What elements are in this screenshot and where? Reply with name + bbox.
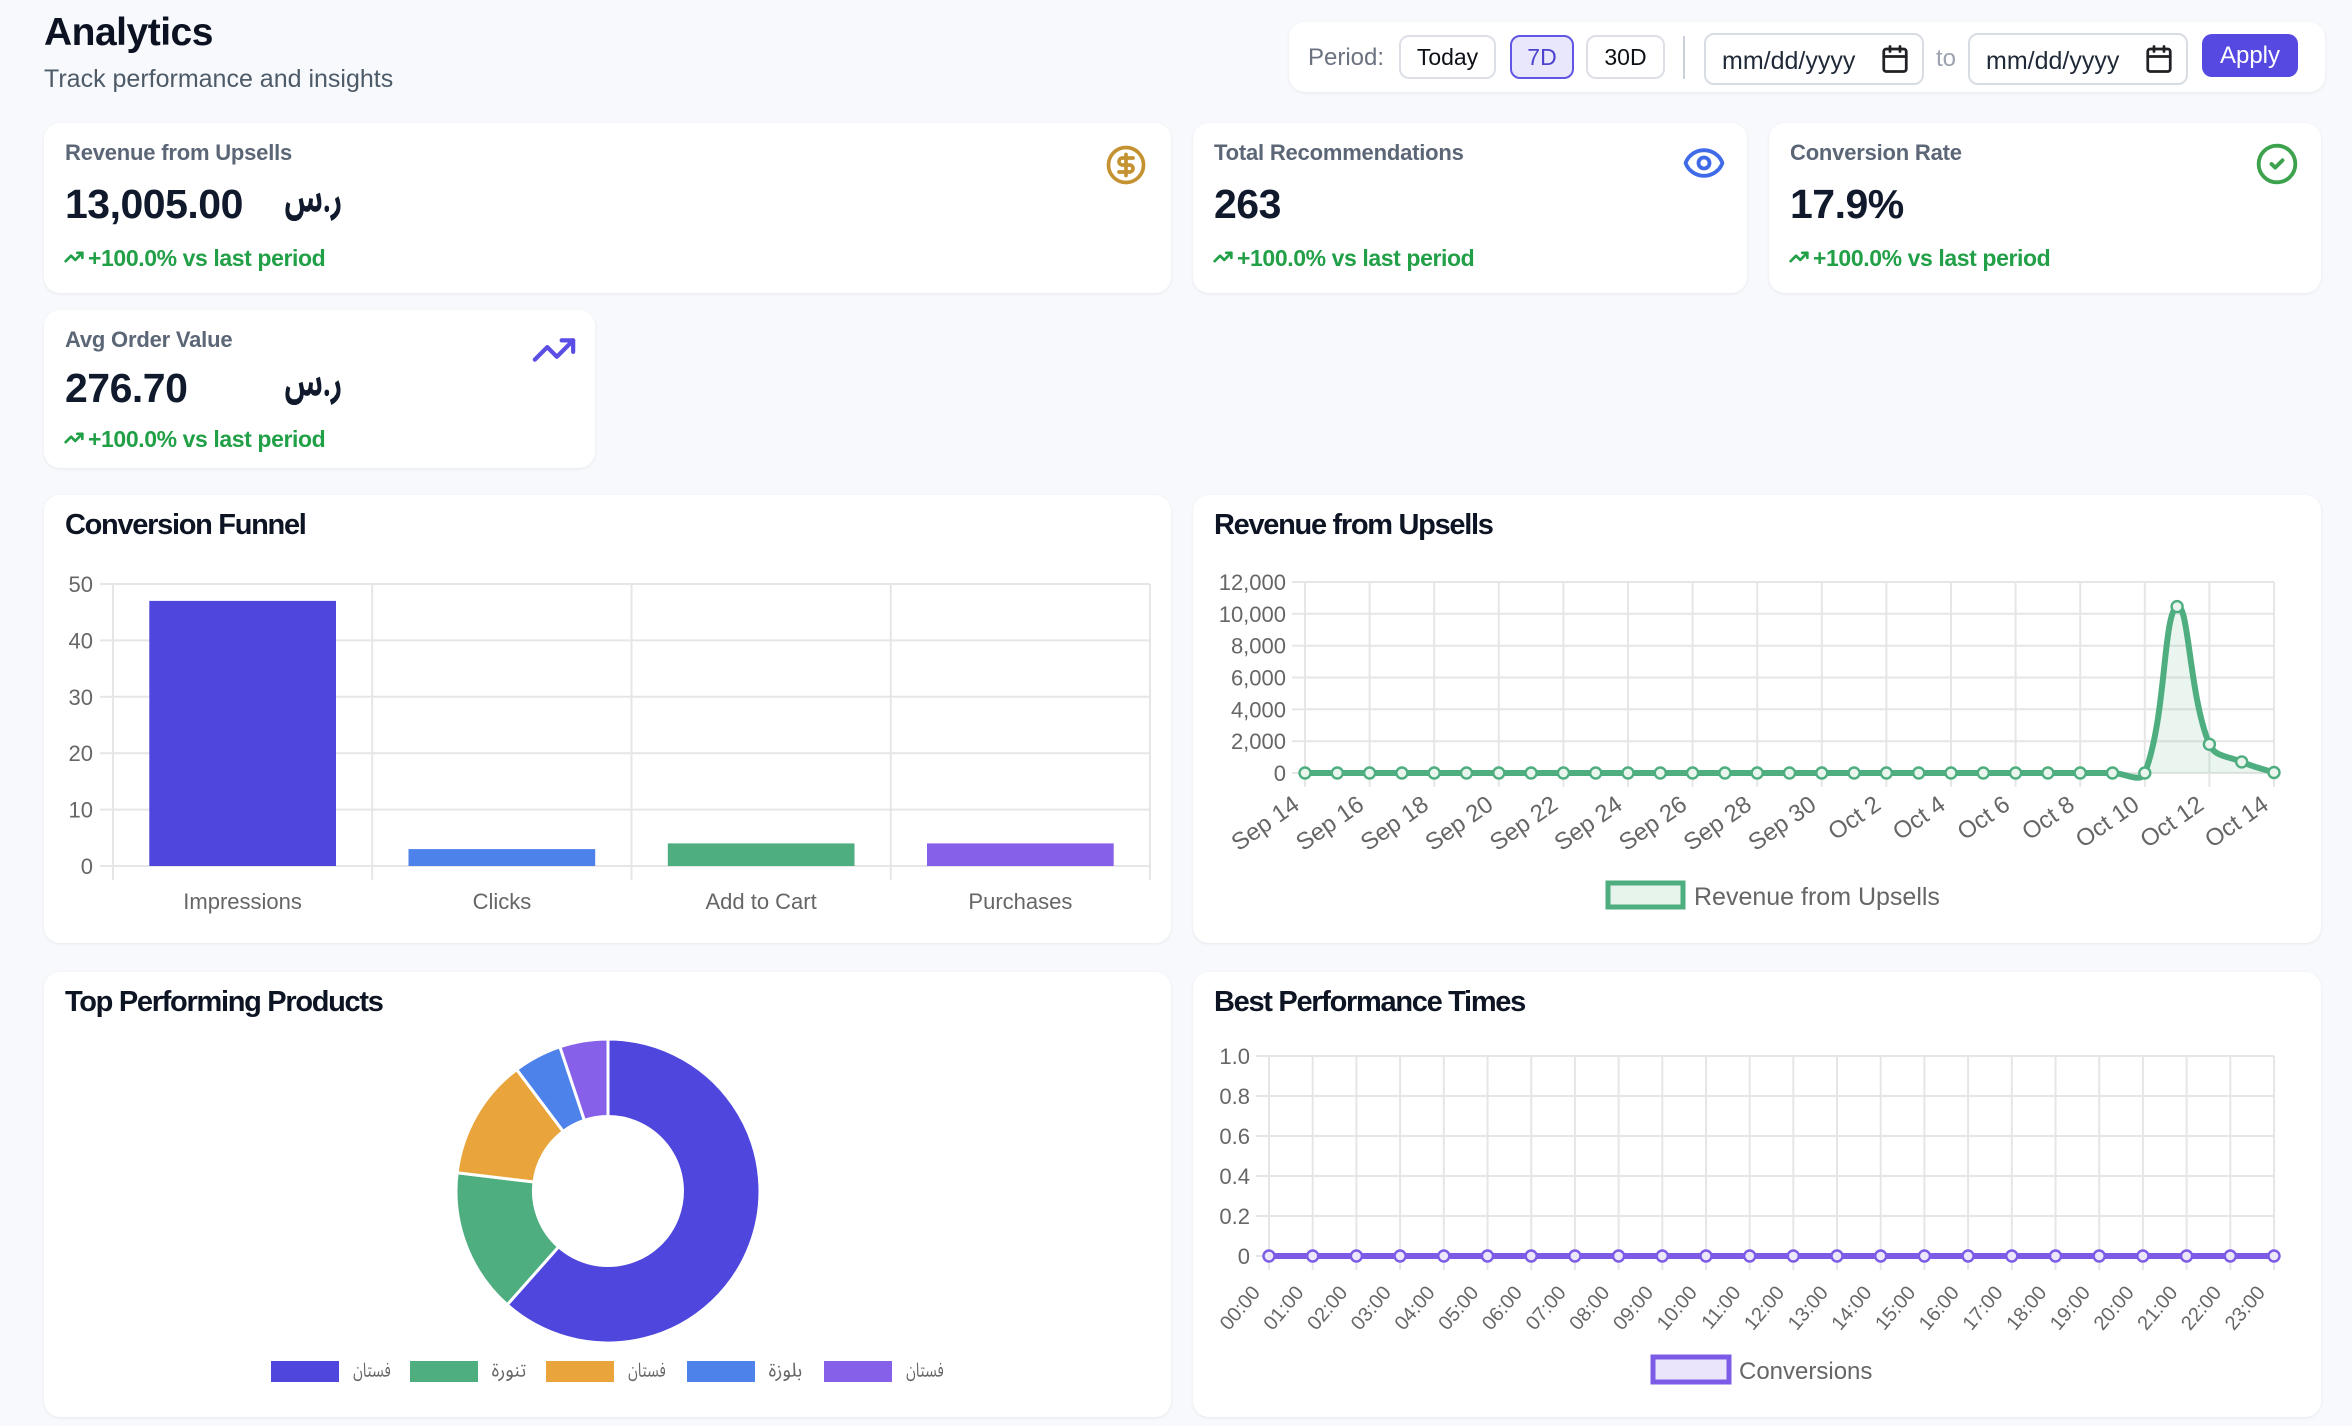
svg-text:Oct 2: Oct 2: [1823, 791, 1885, 846]
svg-text:10: 10: [69, 798, 93, 823]
svg-text:20:00: 20:00: [2090, 1282, 2139, 1334]
svg-text:Add to Cart: Add to Cart: [705, 889, 816, 914]
svg-text:Sep 20: Sep 20: [1420, 791, 1498, 857]
svg-text:08:00: 08:00: [1565, 1282, 1614, 1334]
svg-text:Sep 24: Sep 24: [1550, 791, 1628, 857]
svg-text:0.2: 0.2: [1219, 1204, 1250, 1229]
svg-text:15:00: 15:00: [1871, 1282, 1920, 1334]
svg-text:0: 0: [1238, 1244, 1250, 1269]
svg-text:Oct 8: Oct 8: [2017, 791, 2079, 846]
svg-text:Sep 30: Sep 30: [1743, 791, 1821, 857]
svg-text:06:00: 06:00: [1478, 1282, 1527, 1334]
svg-text:Clicks: Clicks: [473, 889, 532, 914]
svg-text:22:00: 22:00: [2177, 1282, 2226, 1334]
svg-text:Oct 10: Oct 10: [2071, 791, 2144, 854]
svg-text:Oct 6: Oct 6: [1953, 791, 2015, 846]
svg-text:0: 0: [1274, 761, 1286, 786]
svg-text:14:00: 14:00: [1827, 1282, 1876, 1334]
svg-text:12,000: 12,000: [1219, 570, 1286, 595]
svg-text:01:00: 01:00: [1259, 1282, 1308, 1334]
svg-text:Sep 16: Sep 16: [1291, 791, 1369, 857]
svg-text:Revenue from Upsells: Revenue from Upsells: [1694, 883, 1940, 911]
svg-text:Oct 14: Oct 14: [2200, 791, 2273, 854]
svg-text:0: 0: [81, 854, 93, 879]
svg-text:19:00: 19:00: [2046, 1282, 2095, 1334]
svg-text:1.0: 1.0: [1219, 1044, 1250, 1069]
svg-text:30: 30: [69, 685, 93, 710]
svg-text:07:00: 07:00: [1522, 1282, 1571, 1334]
svg-text:6,000: 6,000: [1231, 666, 1286, 691]
svg-text:Oct 12: Oct 12: [2135, 791, 2208, 854]
svg-text:Sep 18: Sep 18: [1356, 791, 1434, 857]
svg-text:13:00: 13:00: [1784, 1282, 1833, 1334]
svg-text:40: 40: [69, 628, 93, 653]
svg-text:Purchases: Purchases: [968, 889, 1072, 914]
svg-text:Conversions: Conversions: [1739, 1358, 1872, 1385]
svg-text:00:00: 00:00: [1216, 1282, 1265, 1334]
svg-text:Impressions: Impressions: [183, 889, 302, 914]
svg-text:18:00: 18:00: [2002, 1282, 2051, 1334]
svg-text:20: 20: [69, 741, 93, 766]
svg-text:Sep 22: Sep 22: [1485, 791, 1563, 857]
svg-text:11:00: 11:00: [1697, 1282, 1745, 1333]
svg-text:0.4: 0.4: [1219, 1164, 1250, 1189]
svg-text:02:00: 02:00: [1303, 1282, 1352, 1334]
svg-text:21:00: 21:00: [2133, 1282, 2182, 1334]
svg-text:04:00: 04:00: [1391, 1282, 1440, 1334]
svg-text:Oct 4: Oct 4: [1888, 791, 1950, 846]
svg-text:09:00: 09:00: [1609, 1282, 1658, 1334]
svg-text:50: 50: [69, 572, 93, 597]
svg-text:0.6: 0.6: [1219, 1124, 1250, 1149]
svg-text:0.8: 0.8: [1219, 1084, 1250, 1109]
svg-text:Sep 26: Sep 26: [1614, 791, 1692, 857]
svg-text:03:00: 03:00: [1347, 1282, 1396, 1334]
svg-text:8,000: 8,000: [1231, 634, 1286, 659]
svg-text:17:00: 17:00: [1959, 1282, 2008, 1334]
svg-text:Sep 28: Sep 28: [1679, 791, 1757, 857]
svg-text:10:00: 10:00: [1653, 1282, 1702, 1334]
svg-text:10,000: 10,000: [1219, 602, 1286, 627]
svg-text:Sep 14: Sep 14: [1227, 791, 1305, 857]
svg-text:05:00: 05:00: [1434, 1282, 1483, 1334]
svg-text:4,000: 4,000: [1231, 697, 1286, 722]
svg-text:16:00: 16:00: [1915, 1282, 1964, 1334]
svg-text:23:00: 23:00: [2221, 1282, 2270, 1334]
svg-text:12:00: 12:00: [1740, 1282, 1789, 1334]
svg-text:2,000: 2,000: [1231, 729, 1286, 754]
